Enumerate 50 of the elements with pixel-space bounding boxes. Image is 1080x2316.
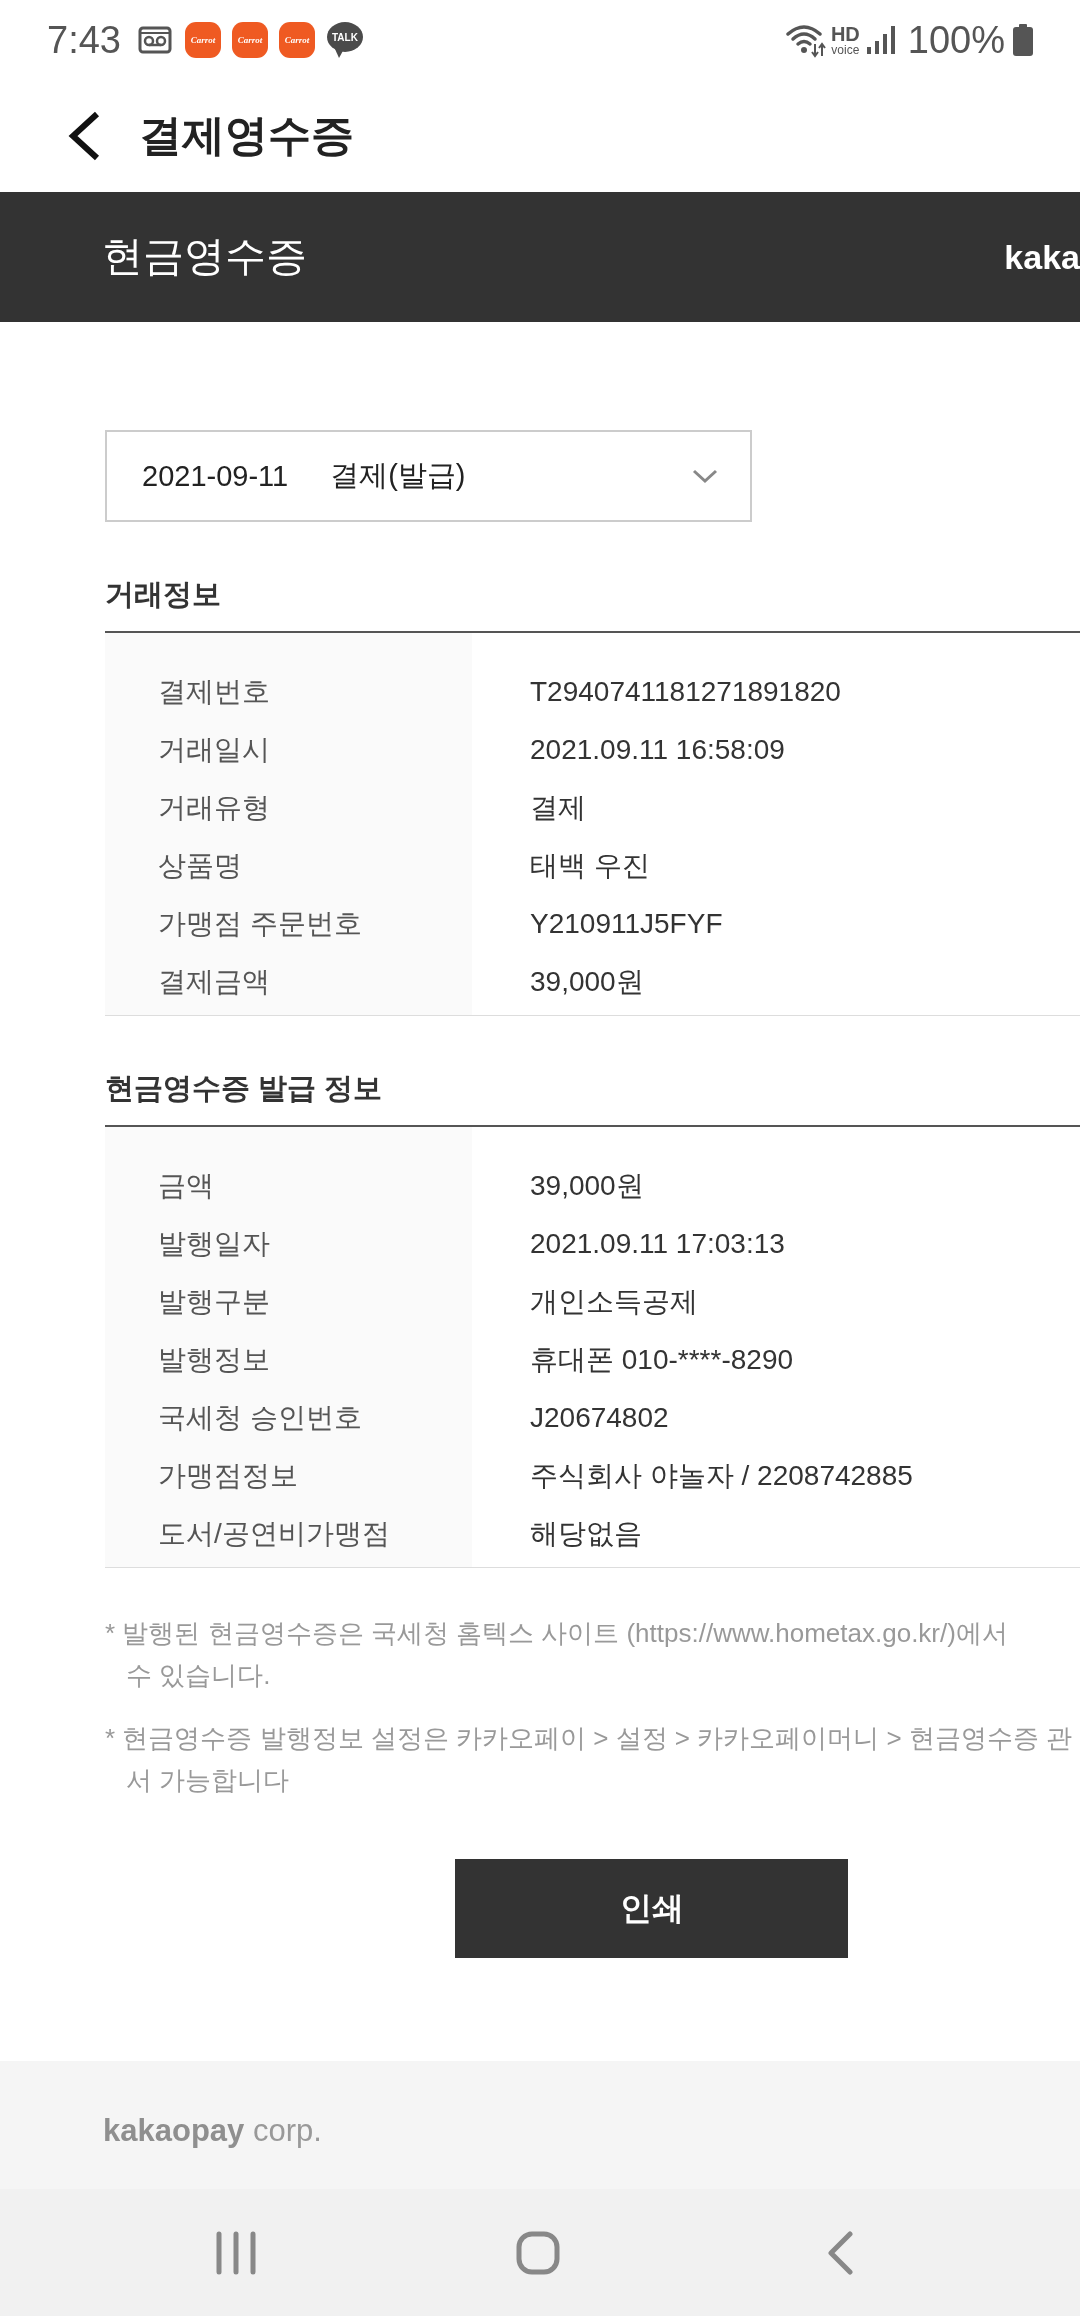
section-title: 현금영수증 발급 정보 (105, 1071, 384, 1106)
company-logo-text: kakaopay corp. (103, 2113, 322, 2148)
battery-icon (1012, 24, 1034, 56)
chevron-down-icon (692, 468, 718, 484)
field-label: 결제금액 (157, 965, 271, 999)
field-label: 결제번호 (157, 675, 271, 709)
brand-logo-text: kaka (1004, 236, 1080, 278)
field-label: 발행구분 (157, 1285, 271, 1319)
hd-voice-indicator: HD voice (830, 24, 860, 56)
app-notification-icon: Carrot (184, 22, 221, 58)
section-title: 거래정보 (105, 577, 222, 612)
field-value: Y210911J5FYF (529, 908, 724, 940)
back-icon[interactable] (67, 111, 101, 161)
banner-title: 현금영수증 (102, 232, 307, 282)
app-notification-icon: Carrot (278, 22, 315, 58)
field-label: 거래일시 (157, 733, 271, 767)
field-label: 가맹점정보 (157, 1459, 299, 1493)
field-value: 주식회사 야놀자 / 2208742885 (529, 1459, 914, 1493)
field-value: 결제 (529, 791, 587, 825)
battery-percent: 100% (907, 21, 1005, 59)
field-label: 가맹점 주문번호 (157, 907, 363, 941)
field-value: 태백 우진 (529, 849, 651, 883)
field-value: 2021.09.11 17:03:13 (529, 1228, 786, 1260)
receipt-dropdown[interactable]: 2021-09-11 결제(발급) (105, 430, 752, 522)
field-value: 2021.09.11 16:58:09 (529, 734, 786, 766)
recent-apps-icon[interactable] (216, 2230, 256, 2275)
footnote: * 발행된 현금영수증은 국세청 홈텍스 사이트 (https://www.hometax.go.kr/)에서 수 있습니다. (105, 1617, 1009, 1692)
field-label: 발행일자 (157, 1227, 271, 1261)
field-value: 휴대폰 010-****-8290 (529, 1343, 795, 1377)
field-value: 39,000원 (529, 965, 645, 999)
wifi-icon (784, 22, 827, 58)
field-label: 도서/공연비가맹점 (157, 1517, 391, 1551)
field-value: 개인소득공제 (529, 1285, 699, 1319)
status-time: 7:43 (47, 21, 121, 59)
field-label: 금액 (157, 1169, 215, 1203)
field-label: 국세청 승인번호 (157, 1401, 363, 1435)
field-value: 39,000원 (529, 1169, 645, 1203)
field-value: J20674802 (529, 1402, 670, 1434)
page-title: 결제영수증 (139, 110, 354, 162)
field-value: T2940741181271891820 (529, 676, 842, 708)
app-notification-icon: Carrot (231, 22, 268, 58)
field-label: 거래유형 (157, 791, 271, 825)
field-label: 상품명 (157, 849, 243, 883)
print-button[interactable]: 인쇄 (455, 1859, 848, 1958)
home-icon[interactable] (516, 2230, 560, 2275)
voicemail-icon (137, 26, 172, 54)
footnote: * 현금영수증 발행정보 설정은 카카오페이 > 설정 > 카카오페이머니 > 현금영수증 관 서 가능합니다 (105, 1722, 1074, 1797)
field-label: 발행정보 (157, 1343, 271, 1377)
field-value: 해당없음 (529, 1517, 643, 1551)
signal-icon (865, 25, 896, 55)
